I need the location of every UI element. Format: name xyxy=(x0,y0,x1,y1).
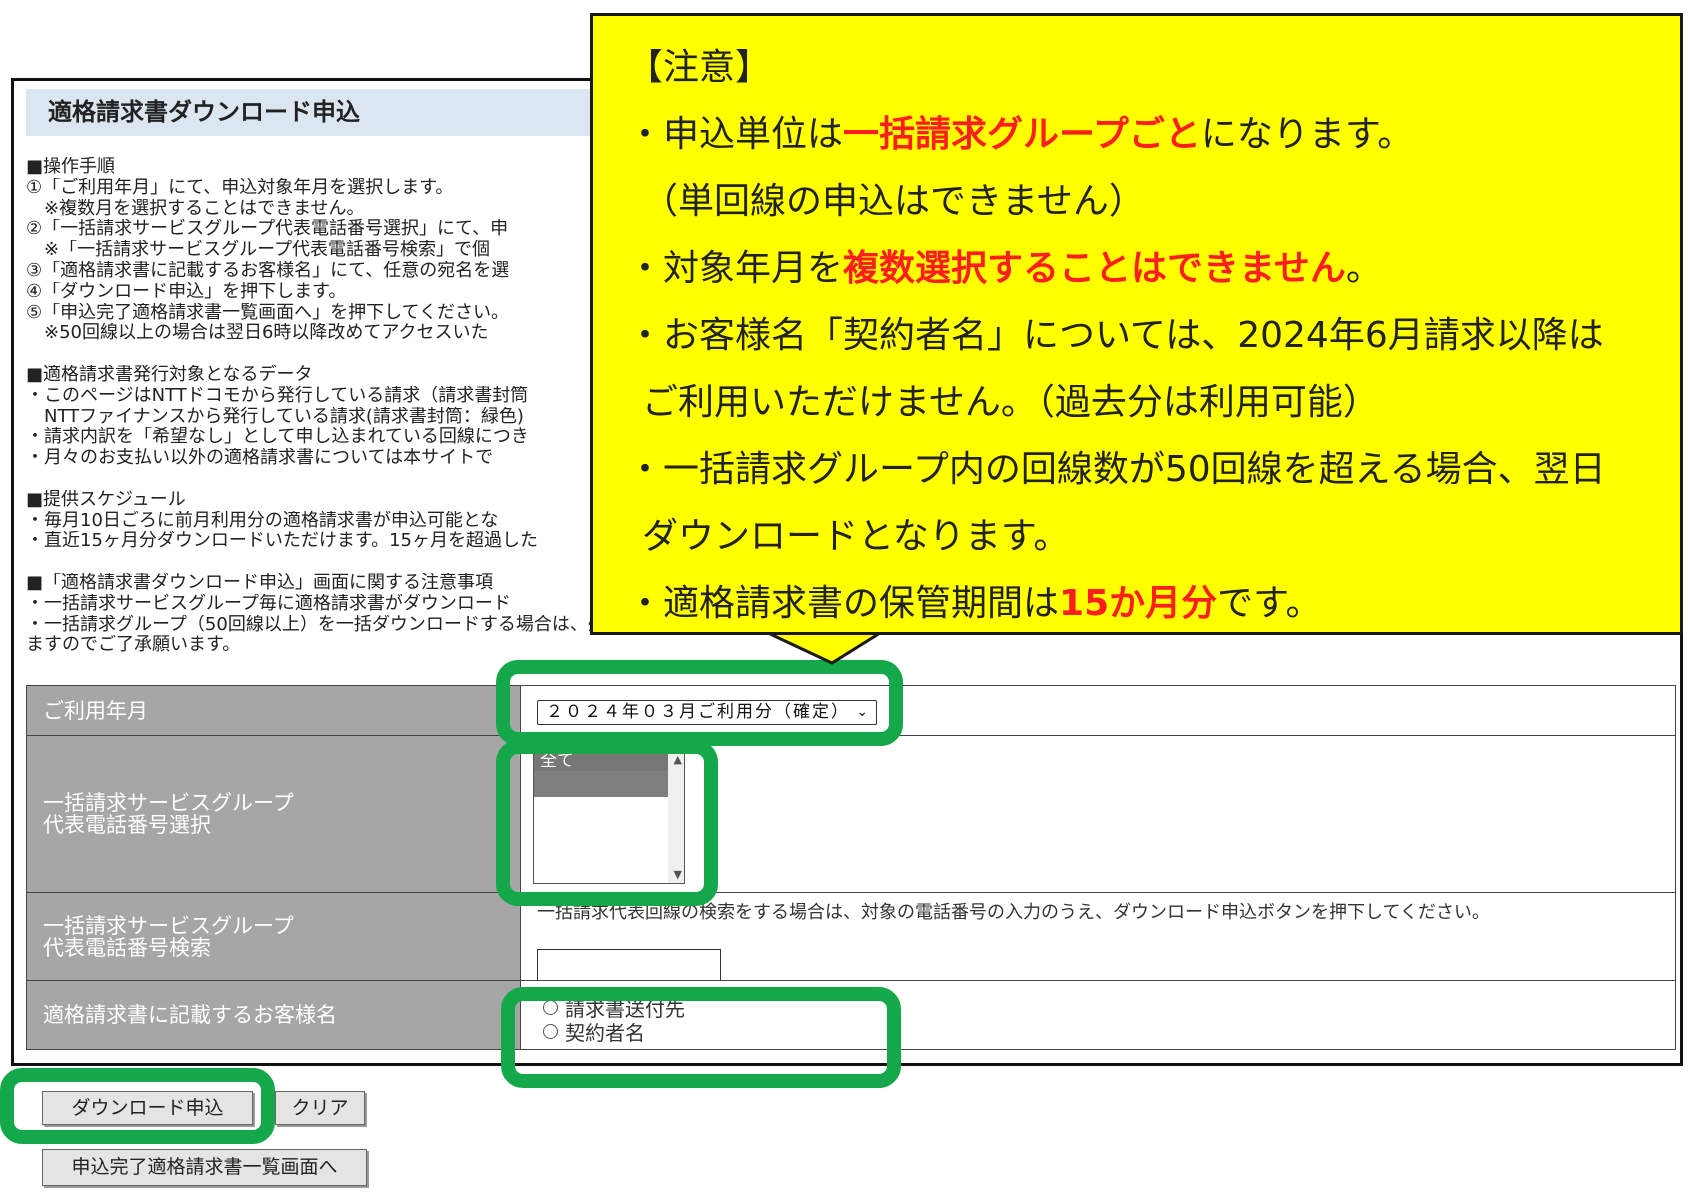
callout-line-2: （単回線の申込はできません） xyxy=(642,181,1145,222)
group-search-label-line2: 代表電話番号検索 xyxy=(43,935,211,960)
clear-button[interactable]: クリア xyxy=(275,1091,365,1125)
group-select-label-line1: 一括請求サービスグループ xyxy=(43,791,294,815)
usage-month-label: ご利用年月 xyxy=(27,686,521,735)
instruction-line: ますのでご了承願います。 xyxy=(26,635,241,656)
callout-heading: 【注意】 xyxy=(627,47,772,88)
group-select-label-line2: 代表電話番号選択 xyxy=(43,813,211,837)
group-select-label: 一括請求サービスグループ 代表電話番号選択 xyxy=(27,736,521,892)
highlight-download-button xyxy=(0,1068,275,1144)
callout-line-5: ご利用いただけません。（過去分は利用可能） xyxy=(642,382,1379,423)
callout-line-1: ・申込単位は一括請求グループごとになります。 xyxy=(627,114,1414,155)
callout-line-6: ・一括請求グループ内の回線数が50回線を超える場合、翌日 xyxy=(627,449,1606,490)
row-group-search: 一括請求サービスグループ 代表電話番号検索 一括請求代表回線の検索をする場合は、… xyxy=(26,892,1676,981)
phone-search-input[interactable] xyxy=(537,949,721,981)
group-search-label: 一括請求サービスグループ 代表電話番号検索 xyxy=(27,893,521,980)
callout-line-4: ・お客様名「契約者名」については、2024年6月請求以降は xyxy=(627,315,1604,356)
notice-callout: 【注意】 ・申込単位は一括請求グループごとになります。 （単回線の申込はできませ… xyxy=(590,13,1683,635)
callout-line-3: ・対象年月を複数選択することはできません。 xyxy=(627,248,1382,289)
group-search-label-line1: 一括請求サービスグループ xyxy=(43,913,294,938)
to-completed-list-button[interactable]: 申込完了適格請求書一覧画面へ xyxy=(42,1149,367,1186)
customer-name-label: 適格請求書に記載するお客様名 xyxy=(27,981,521,1049)
callout-line-7: ダウンロードとなります。 xyxy=(642,516,1070,557)
highlight-month xyxy=(496,660,903,746)
row-group-select: 一括請求サービスグループ 代表電話番号選択 全て ▲ ▼ xyxy=(26,735,1676,893)
group-search-note: 一括請求代表回線の検索をする場合は、対象の電話番号の入力のうえ、ダウンロード申込… xyxy=(537,902,1490,923)
highlight-customer-name xyxy=(501,987,901,1088)
highlight-group-listbox xyxy=(496,740,718,906)
callout-line-8: ・適格請求書の保管期間は15か月分です。 xyxy=(627,583,1322,624)
